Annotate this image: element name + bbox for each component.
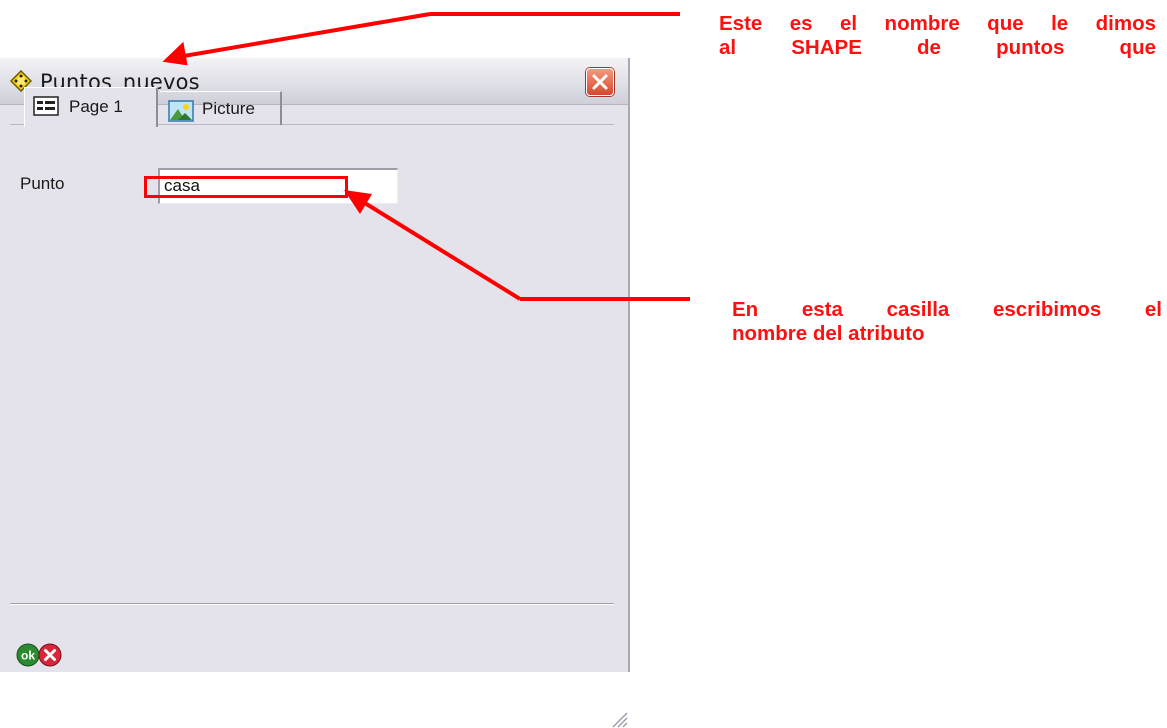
cancel-button[interactable] bbox=[38, 643, 62, 667]
punto-label: Punto bbox=[20, 174, 65, 193]
divider bbox=[10, 603, 614, 605]
form-page-icon bbox=[33, 96, 59, 116]
ok-label: ok bbox=[21, 649, 35, 663]
tab-picture[interactable]: Picture bbox=[160, 91, 282, 125]
annotation-field-line-1: En esta casilla escribimos el bbox=[732, 298, 1162, 321]
close-icon bbox=[592, 74, 608, 90]
annotation-field-note: En esta casilla escribimos el nombre del… bbox=[732, 298, 1162, 346]
picture-icon bbox=[168, 100, 194, 122]
annotation-title-line-1: Este es el nombre que le dimos bbox=[719, 12, 1156, 35]
field-highlight-box bbox=[144, 176, 348, 198]
tab-page-1[interactable]: Page 1 bbox=[24, 87, 158, 127]
resize-grip-icon[interactable] bbox=[610, 710, 628, 728]
annotation-title-line-2: al SHAPE de puntos que bbox=[719, 36, 1156, 59]
tab-picture-label: Picture bbox=[202, 99, 255, 118]
annotation-field-line-2: nombre del atributo bbox=[732, 322, 925, 345]
close-button[interactable] bbox=[586, 68, 614, 96]
attribute-window: Puntos_nuevos Page 1 Picture Punto casa … bbox=[0, 58, 630, 728]
tab-page-1-label: Page 1 bbox=[69, 97, 123, 116]
annotation-title-note: Este es el nombre que le dimos al SHAPE … bbox=[719, 12, 1156, 60]
ok-button[interactable]: ok bbox=[16, 643, 40, 667]
